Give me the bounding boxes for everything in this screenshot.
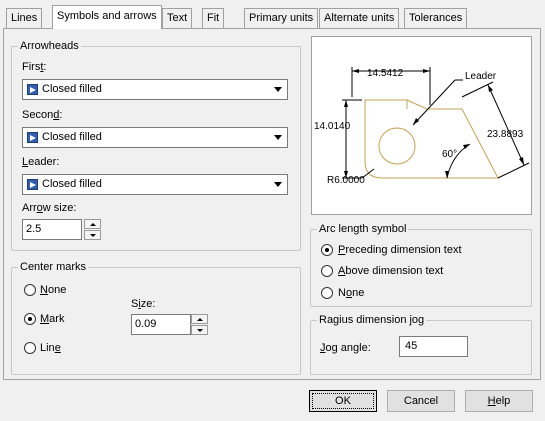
jog-angle-input[interactable]: 45 <box>399 336 468 357</box>
radius-jog-title: Ragius dimension jog <box>317 314 427 326</box>
preview-dim-left: 14.0140 <box>314 121 351 132</box>
center-mark-size-stepper[interactable] <box>191 314 208 335</box>
arrowheads-title: Arrowheads <box>18 40 81 52</box>
spin-down-icon[interactable] <box>191 325 208 335</box>
arrowhead-swatch-icon <box>27 84 38 95</box>
preview-geometry <box>364 99 499 179</box>
ok-button[interactable]: OK <box>309 390 377 412</box>
tab-symbols-and-arrows[interactable]: Symbols and arrows <box>52 5 162 29</box>
tab-lines[interactable]: Lines <box>6 8 43 28</box>
center-mark-none-label[interactable]: None <box>40 284 66 296</box>
arrow-size-label: Arrow size: <box>22 202 77 214</box>
center-mark-line-radio[interactable] <box>24 342 36 354</box>
leader-arrowhead-select[interactable]: Closed filled <box>22 174 288 195</box>
tab-alternate-units[interactable]: Alternate units <box>319 8 400 28</box>
tab-primary-units[interactable]: Primary units <box>244 8 319 28</box>
leader-label: Leader: <box>22 156 60 168</box>
center-mark-mark-label[interactable]: Mark <box>40 313 64 325</box>
arc-length-above-radio[interactable] <box>321 265 333 277</box>
leader-arrowhead-value: Closed filled <box>42 178 102 190</box>
arrowhead-swatch-icon <box>27 179 38 190</box>
center-mark-mark-radio[interactable] <box>24 313 36 325</box>
arc-length-preceding-radio[interactable] <box>321 244 333 256</box>
second-arrowhead-value: Closed filled <box>42 131 102 143</box>
arrow-size-input[interactable]: 2.5 <box>22 219 82 240</box>
dimension-preview: 14.5412 14.0140 23.8893 60° R6.0000 Lead… <box>311 36 532 215</box>
spin-down-icon[interactable] <box>84 230 101 240</box>
preview-drawing: 14.5412 14.0140 23.8893 60° R6.0000 Lead… <box>314 67 530 186</box>
spin-up-icon[interactable] <box>84 219 101 229</box>
first-arrowhead-select[interactable]: Closed filled <box>22 79 288 100</box>
chevron-down-icon[interactable] <box>270 81 286 98</box>
preview-radius: R6.0000 <box>327 175 365 186</box>
arc-length-none-label[interactable]: None <box>338 287 364 299</box>
arrow-size-stepper[interactable] <box>84 219 101 240</box>
preview-leader: Leader <box>465 71 497 82</box>
first-arrowhead-value: Closed filled <box>42 83 102 95</box>
chevron-down-icon[interactable] <box>270 176 286 193</box>
arrowhead-swatch-icon <box>27 132 38 143</box>
first-label: First: <box>22 61 47 73</box>
preview-angle: 60° <box>442 149 457 160</box>
spin-up-icon[interactable] <box>191 314 208 324</box>
jog-angle-label: Jog angle: <box>320 342 371 354</box>
second-arrowhead-select[interactable]: Closed filled <box>22 127 288 148</box>
center-mark-size-input[interactable]: 0.09 <box>131 314 191 335</box>
center-mark-line-label[interactable]: Line <box>40 342 61 354</box>
arc-length-symbol-title: Arc length symbol <box>317 223 409 235</box>
arc-length-preceding-label[interactable]: Preceding dimension text <box>338 244 462 256</box>
center-marks-title: Center marks <box>18 261 89 273</box>
cancel-button[interactable]: Cancel <box>387 390 455 412</box>
tab-text[interactable]: Text <box>162 8 193 28</box>
center-mark-none-radio[interactable] <box>24 284 36 296</box>
preview-dimensions <box>342 67 530 179</box>
help-button[interactable]: Help <box>465 390 533 412</box>
second-label: Second: <box>22 109 63 121</box>
arc-length-none-radio[interactable] <box>321 287 333 299</box>
arc-length-above-label[interactable]: Above dimension text <box>338 265 443 277</box>
tab-fit[interactable]: Fit <box>202 8 225 28</box>
preview-dim-top: 14.5412 <box>367 68 404 79</box>
preview-arrowheads <box>344 69 524 178</box>
chevron-down-icon[interactable] <box>270 129 286 146</box>
center-mark-size-label: Size: <box>131 298 156 310</box>
tab-tolerances[interactable]: Tolerances <box>404 8 468 28</box>
preview-dim-right: 23.8893 <box>487 129 524 140</box>
